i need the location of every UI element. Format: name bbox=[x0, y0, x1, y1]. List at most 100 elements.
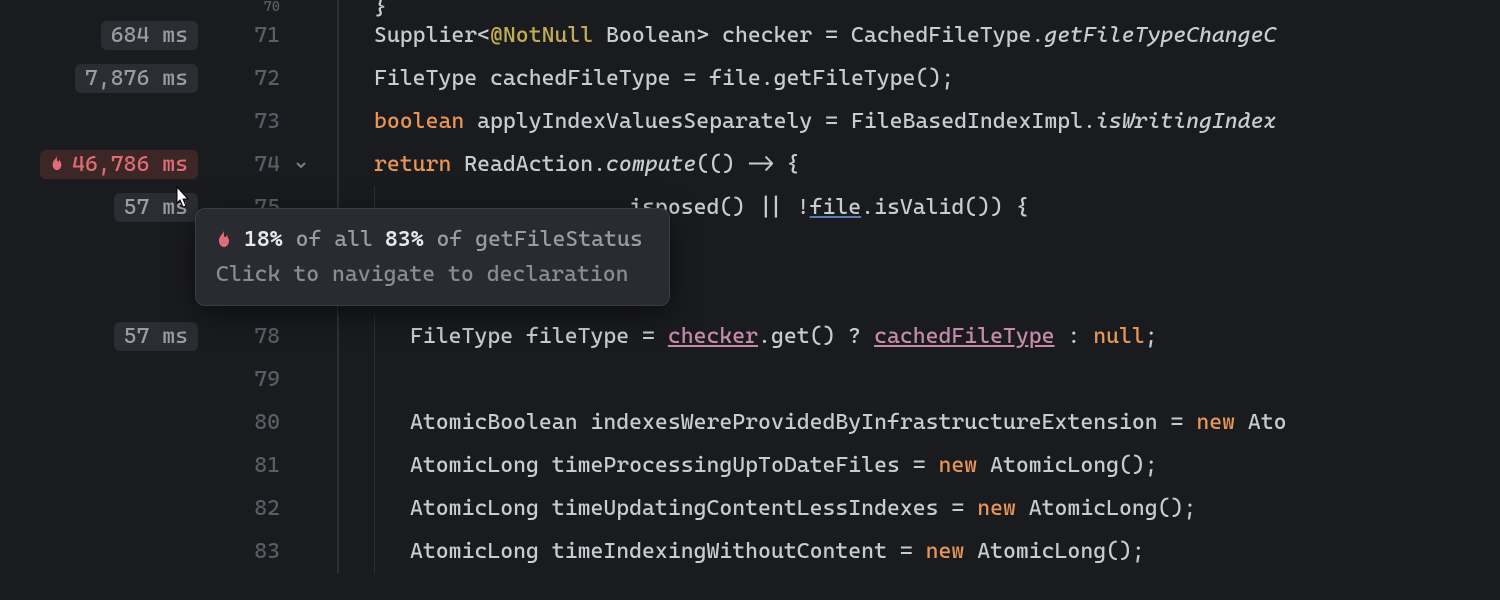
code-token: timeProcessingUpToDateFiles = bbox=[552, 453, 939, 478]
profiler-hint-tooltip[interactable]: 18% of all 83% of getFileStatus Click to… bbox=[195, 208, 670, 306]
code-token: isWritingIndex bbox=[1096, 109, 1276, 134]
code-token: fileType = bbox=[526, 324, 668, 349]
gutter-border bbox=[316, 358, 338, 401]
indent-guide bbox=[338, 100, 374, 143]
line-number: 70 bbox=[208, 0, 286, 14]
indent-area bbox=[338, 487, 410, 530]
code-token: .get() ? bbox=[758, 324, 874, 349]
indent-guide bbox=[338, 530, 374, 573]
code-token: compute bbox=[606, 152, 696, 177]
code-content[interactable]: AtomicLong timeProcessingUpToDateFiles =… bbox=[410, 453, 1158, 478]
code-token: (() -> { bbox=[696, 152, 799, 177]
code-token: ReadAction. bbox=[464, 152, 606, 177]
code-content[interactable]: return ReadAction.compute(() -> { bbox=[374, 152, 799, 177]
gutter-border bbox=[316, 143, 338, 186]
indent-area bbox=[338, 143, 374, 186]
code-token: AtomicLong bbox=[410, 496, 552, 521]
indent-guide bbox=[374, 530, 410, 573]
code-token: Ato bbox=[1248, 410, 1287, 435]
code-line[interactable]: 79 bbox=[0, 358, 1500, 401]
indent-guide bbox=[374, 358, 410, 401]
code-line[interactable]: 57 ms 78 FileType fileType = checker.get()… bbox=[0, 315, 1500, 358]
indent-area bbox=[338, 401, 410, 444]
profiler-hint-gutter: 46,786 ms bbox=[0, 150, 208, 179]
code-token: checker bbox=[668, 324, 758, 349]
code-token: new bbox=[977, 496, 1029, 521]
line-number: 72 bbox=[208, 66, 286, 91]
code-token: file bbox=[810, 195, 862, 220]
code-line[interactable]: 684 ms71Supplier<@NotNull Boolean> check… bbox=[0, 14, 1500, 57]
line-number: 78 bbox=[208, 324, 286, 349]
code-line[interactable]: 81 AtomicLong timeProcessingUpToDateFiles… bbox=[0, 444, 1500, 487]
tooltip-subtitle: Click to navigate to declaration bbox=[216, 262, 643, 287]
gutter-border bbox=[316, 487, 338, 530]
profiler-hint-badge[interactable]: 684 ms bbox=[101, 21, 198, 50]
code-content[interactable]: AtomicLong timeUpdatingContentLessIndexe… bbox=[410, 496, 1196, 521]
gutter-border bbox=[316, 530, 338, 573]
line-number: 73 bbox=[208, 109, 286, 134]
indent-area bbox=[338, 315, 410, 358]
code-line[interactable]: 82 AtomicLong timeUpdatingContentLessInde… bbox=[0, 487, 1500, 530]
line-number: 83 bbox=[208, 539, 286, 564]
code-content[interactable]: FileType cachedFileType = file.getFileTy… bbox=[374, 66, 954, 91]
code-line[interactable]: 46,786 ms74return ReadAction.compute(() … bbox=[0, 143, 1500, 186]
indent-guide bbox=[338, 401, 374, 444]
indent-area bbox=[338, 444, 410, 487]
code-content[interactable]: FileType fileType = checker.get() ? cach… bbox=[410, 324, 1158, 349]
gutter-border bbox=[316, 0, 338, 14]
profiler-hint-badge[interactable]: 57 ms bbox=[114, 322, 198, 351]
profiler-hint-gutter: 684 ms bbox=[0, 21, 208, 50]
code-token: FileType bbox=[410, 324, 526, 349]
line-number: 81 bbox=[208, 453, 286, 478]
code-token: AtomicBoolean bbox=[410, 410, 590, 435]
line-number: 79 bbox=[208, 367, 286, 392]
fold-gutter[interactable] bbox=[286, 158, 316, 172]
code-content[interactable]: Supplier<@NotNull Boolean> checker = Cac… bbox=[374, 23, 1276, 48]
gutter-border bbox=[316, 401, 338, 444]
code-token: AtomicLong(); bbox=[990, 453, 1158, 478]
line-number: 82 bbox=[208, 496, 286, 521]
hint-time: 684 ms bbox=[111, 23, 188, 48]
code-line[interactable]: 80AtomicBoolean indexesWereProvidedByInf… bbox=[0, 401, 1500, 444]
profiler-hint-badge[interactable]: 7,876 ms bbox=[75, 64, 198, 93]
code-line[interactable]: 7,876 ms 72 FileType cachedFileType = file… bbox=[0, 57, 1500, 100]
code-token: ; bbox=[1145, 324, 1158, 349]
gutter-border bbox=[316, 444, 338, 487]
code-content[interactable]: boolean applyIndexValuesSeparately = Fil… bbox=[374, 109, 1276, 134]
code-token: AtomicLong(); bbox=[1029, 496, 1197, 521]
hint-time: 46,786 ms bbox=[72, 152, 188, 177]
gutter-border bbox=[316, 315, 338, 358]
indent-area bbox=[338, 530, 410, 573]
code-token: null bbox=[1093, 324, 1145, 349]
indent-area bbox=[338, 57, 374, 100]
pointer-cursor-icon bbox=[169, 185, 195, 221]
code-token: return bbox=[374, 152, 464, 177]
tooltip-pct-fn: 83% of getFileStatus bbox=[385, 227, 643, 252]
code-line[interactable]: 73 boolean applyIndexValuesSeparately = F… bbox=[0, 100, 1500, 143]
code-token: boolean bbox=[374, 109, 477, 134]
code-token: new bbox=[1196, 410, 1248, 435]
profiler-hint-badge[interactable]: 46,786 ms bbox=[40, 150, 198, 179]
flame-icon bbox=[216, 230, 232, 250]
indent-guide bbox=[374, 444, 410, 487]
indent-area bbox=[338, 14, 374, 57]
code-content[interactable]: AtomicBoolean indexesWereProvidedByInfra… bbox=[410, 410, 1287, 435]
code-token: indexesWereProvidedByInfrastructureExten… bbox=[590, 410, 1196, 435]
indent-guide bbox=[338, 358, 374, 401]
code-token: timeIndexingWithoutContent = bbox=[552, 539, 926, 564]
code-line[interactable]: 70} bbox=[0, 0, 1500, 14]
indent-guide bbox=[338, 0, 374, 14]
hint-time: 7,876 ms bbox=[85, 66, 188, 91]
code-content[interactable]: AtomicLong timeIndexingWithoutContent = … bbox=[410, 539, 1145, 564]
tooltip-stats: 18% of all 83% of getFileStatus bbox=[216, 227, 643, 252]
gutter-border bbox=[316, 100, 338, 143]
indent-guide bbox=[338, 14, 374, 57]
chevron-down-icon bbox=[294, 158, 308, 172]
code-line[interactable]: 83 AtomicLong timeIndexingWithoutContent … bbox=[0, 530, 1500, 573]
code-token: new bbox=[939, 453, 991, 478]
code-token: AtomicLong bbox=[410, 539, 552, 564]
code-token: getFileTypeChangeC bbox=[1044, 23, 1276, 48]
code-token: checker = CachedFileType. bbox=[722, 23, 1044, 48]
code-token: timeUpdatingContentLessIndexes = bbox=[552, 496, 977, 521]
indent-guide bbox=[374, 401, 410, 444]
